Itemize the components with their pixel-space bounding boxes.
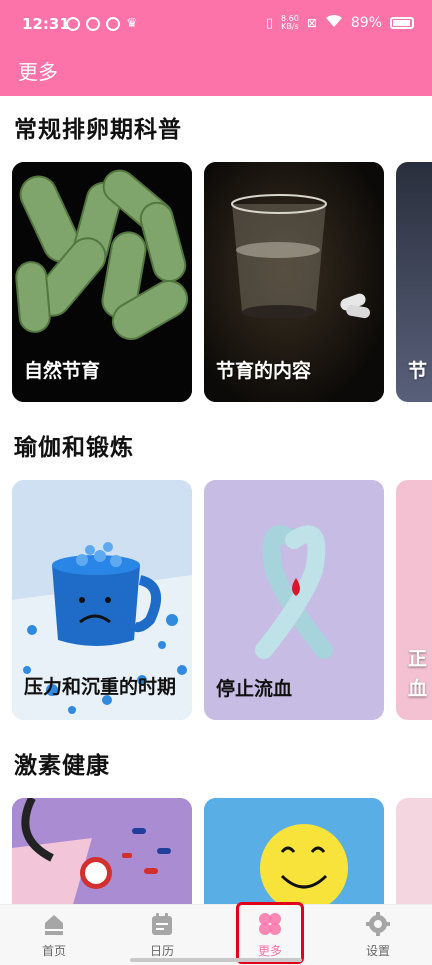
card-label: 节育的内容 [216,360,312,382]
wifi-icon [325,14,343,32]
home-icon [45,915,63,935]
home-indicator [130,958,302,962]
notification-icons: ♛ [66,17,138,31]
section-title-hormone: 激素健康 [14,753,110,779]
crown-icon: ♛ [126,16,138,31]
card-partial-2[interactable]: 正血 [396,480,432,720]
card-label: 自然节育 [24,360,101,382]
notification-icon [86,17,100,31]
nav-label: 日历 [149,944,174,958]
app-header: 12:31 ♛ ▯ 8.60 KB/s ⊠ 89% 更多 [0,0,432,96]
status-bar: 12:31 ♛ ▯ 8.60 KB/s ⊠ 89% [0,0,432,50]
nav-label: 设置 [365,944,390,958]
highlight-box [236,902,304,964]
card-hormone-2[interactable] [204,798,384,908]
yellow-smiley-face-image [204,798,384,908]
nav-home[interactable]: 首页 [14,905,94,965]
card-partial-1[interactable]: 节 [396,162,432,402]
calendar-icon [152,913,172,935]
card-partial-3[interactable] [396,798,432,908]
card-natural-birth-control[interactable]: 自然节育 [12,162,192,402]
card-stress-heavy-periods[interactable]: 压力和沉重的时期 [12,480,192,720]
nav-settings[interactable]: 设置 [338,905,418,965]
status-right: ▯ 8.60 KB/s ⊠ 89% [266,14,414,32]
status-time: 12:31 [22,15,70,33]
card-label: 节 [408,360,428,382]
stethoscope-and-clock-image [12,798,192,908]
sim-icon: ⊠ [306,16,317,30]
card-stop-bleeding[interactable]: 停止流血 [204,480,384,720]
notification-icon [106,17,120,31]
notification-icon [66,17,80,31]
section-title-yoga: 瑜伽和锻炼 [14,435,134,461]
vibrate-icon: ▯ [265,15,273,31]
battery-percent: 89% [350,15,382,31]
card-label: 正血 [408,648,428,700]
card-birth-control-content[interactable]: 节育的内容 [204,162,384,402]
page-title: 更多 [18,60,58,84]
card-hormone-1[interactable] [12,798,192,908]
gear-icon [366,912,390,936]
nav-calendar[interactable]: 日历 [122,905,202,965]
network-speed: 8.60 KB/s [281,15,299,31]
card-label: 停止流血 [216,678,293,700]
bottom-nav: 首页 日历 更多 设置 [0,904,432,965]
net-speed-unit: KB/s [281,22,299,31]
section-title-ovulation: 常规排卵期科普 [14,117,182,143]
nav-label: 首页 [41,944,66,958]
card-label: 压力和沉重的时期 [24,676,177,698]
battery-icon [390,17,414,29]
